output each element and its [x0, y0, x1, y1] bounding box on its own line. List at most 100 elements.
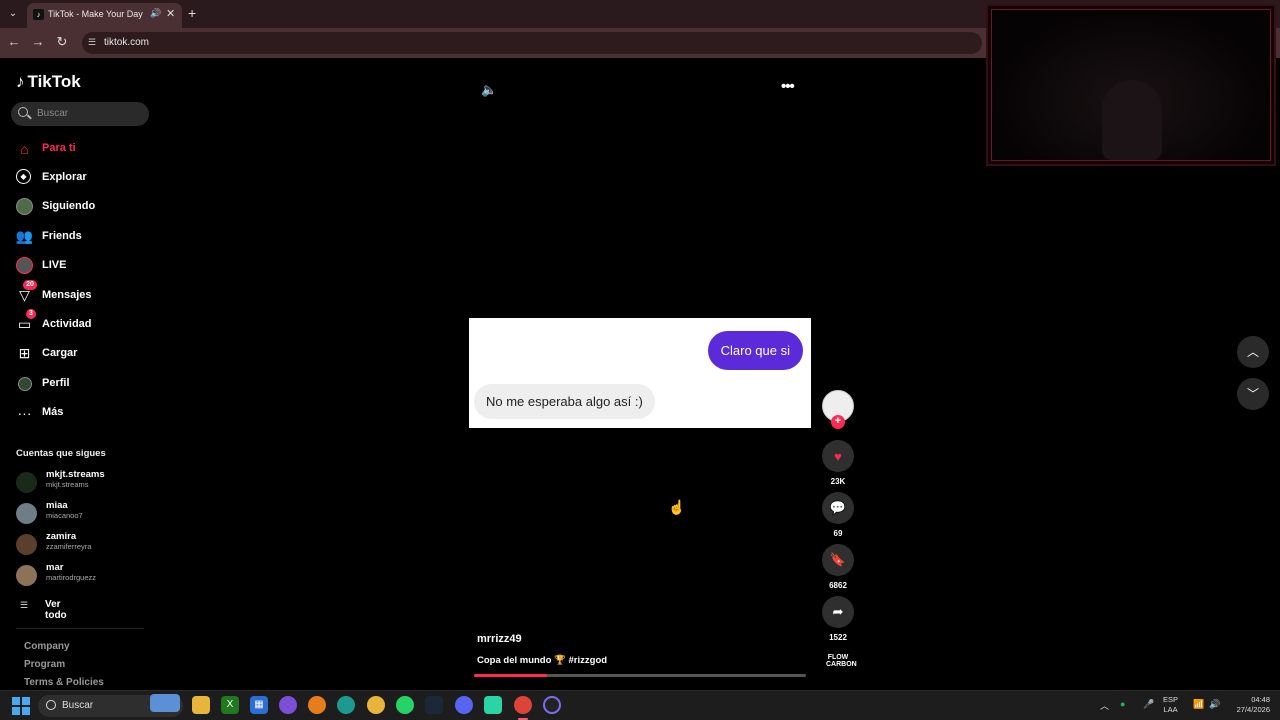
heart-icon: ♥ — [834, 448, 842, 464]
footer-link-terms[interactable]: Terms & Policies — [24, 677, 104, 688]
chrome-icon[interactable] — [367, 696, 385, 714]
search-highlight-icon[interactable] — [150, 694, 180, 712]
avatar — [16, 503, 37, 524]
reload-icon[interactable]: ↻ — [54, 34, 70, 50]
video-progress-bar[interactable] — [474, 674, 806, 677]
avatar — [16, 565, 37, 586]
list-icon: ☰ — [20, 600, 29, 610]
nav-label: Siguiendo — [42, 200, 96, 212]
nav-item-live[interactable]: LIVE — [16, 257, 146, 277]
see-all-label: Ver todo — [45, 599, 67, 621]
edge-icon[interactable] — [337, 696, 355, 714]
bookmark-icon: 🔖 — [829, 552, 847, 567]
nav-item-siguiendo[interactable]: Siguiendo — [16, 198, 146, 218]
browser-tab[interactable]: ♪ TikTok - Make Your Day 🔊 ✕ — [27, 3, 182, 28]
windows-taskbar: Buscar X ▦ ︿ ● 🎤 ESP LAA 📶 🔊 04:48 27/4/… — [0, 690, 1280, 720]
live-icon — [16, 257, 33, 274]
next-video-button[interactable]: ﹀ — [1237, 378, 1269, 410]
store-icon[interactable]: ▦ — [250, 696, 268, 714]
nav-item-explorar[interactable]: ◆ Explorar — [16, 169, 146, 189]
back-icon[interactable]: ← — [6, 34, 22, 49]
footer-link-program[interactable]: Program — [24, 659, 65, 670]
like-button[interactable]: ♥ — [822, 440, 854, 472]
following-account-item[interactable]: mar martirodrguezz — [16, 562, 146, 590]
tiktok-logo[interactable]: ♪ TikTok — [16, 72, 81, 92]
nav-item-perfil[interactable]: Perfil — [16, 375, 146, 395]
video-frame[interactable]: Claro que si No me esperaba algo así :) — [469, 318, 811, 428]
tab-audio-icon[interactable]: 🔊 — [150, 8, 161, 19]
url-field[interactable]: ☰ tiktok.com — [82, 32, 982, 54]
tab-close-icon[interactable]: ✕ — [166, 7, 175, 20]
search-input[interactable]: Buscar — [11, 102, 149, 126]
microphone-icon[interactable]: 🎤 — [1143, 699, 1154, 710]
chevron-down-icon: ﹀ — [1246, 387, 1259, 401]
android-studio-icon[interactable] — [484, 696, 502, 714]
comment-button[interactable]: 💬 — [822, 492, 854, 524]
speaker-icon[interactable]: 🔊 — [1209, 699, 1220, 710]
save-count: 6862 — [829, 581, 847, 590]
footer-link-company[interactable]: Company — [24, 641, 70, 652]
following-account-item[interactable]: mkjt.streams mkjt.streams — [16, 469, 146, 497]
volume-icon[interactable]: 🔈 — [481, 82, 497, 98]
share-button[interactable]: ➦ — [822, 596, 854, 628]
site-info-icon[interactable]: ☰ — [88, 37, 96, 48]
account-name: mkjt.streams — [46, 469, 105, 480]
search-placeholder: Buscar — [37, 108, 69, 119]
nav-item-friends[interactable]: 👥 Friends — [16, 228, 146, 248]
nav-label: Friends — [42, 230, 82, 242]
tray-chevron-icon[interactable]: ︿ — [1100, 699, 1109, 712]
save-button[interactable]: 🔖 — [822, 544, 854, 576]
nav-item-mensajes[interactable]: ▽ 20 Mensajes — [16, 280, 146, 307]
language-line1: ESP — [1163, 695, 1179, 704]
clock-time: 04:48 — [1251, 695, 1270, 704]
spotify-icon[interactable]: ● — [1120, 699, 1125, 709]
webcam-frame — [991, 9, 1271, 161]
like-count: 23K — [830, 477, 846, 486]
video-author[interactable]: mrrizz49 — [477, 633, 522, 645]
search-icon — [46, 700, 56, 710]
comment-icon: 💬 — [829, 500, 847, 515]
windows-start-icon[interactable] — [12, 697, 30, 715]
tiktok-favicon-icon: ♪ — [33, 9, 44, 20]
nav-label: Más — [42, 406, 64, 418]
nav-label: Cargar — [42, 347, 78, 359]
app-icon[interactable] — [279, 696, 297, 714]
steam-icon[interactable] — [425, 696, 443, 714]
hand-cursor-icon: ☝ — [668, 499, 686, 515]
language-indicator[interactable]: ESP LAA — [1163, 695, 1178, 715]
taskbar-clock[interactable]: 04:48 27/4/2026 — [1224, 695, 1270, 715]
chat-bubble-sent: Claro que si — [707, 331, 803, 370]
flow-carbon-logo[interactable]: FLOW CARBON — [826, 654, 857, 668]
wifi-icon[interactable]: 📶 — [1193, 699, 1204, 710]
file-explorer-icon[interactable] — [192, 696, 210, 714]
obs-icon[interactable] — [543, 696, 561, 714]
profile-icon — [16, 375, 33, 392]
following-section-title: Cuentas que sigues — [16, 448, 106, 459]
discord-icon[interactable] — [455, 696, 473, 714]
nav-item-para-ti[interactable]: ⌂ Para ti — [16, 140, 146, 160]
search-icon — [18, 107, 28, 117]
whatsapp-icon[interactable] — [396, 696, 414, 714]
tab-search-icon[interactable]: ⌄ — [4, 6, 22, 22]
messages-badge: 20 — [23, 280, 37, 290]
plus-square-icon: ⊞ — [18, 345, 31, 361]
nav-item-mas[interactable]: ··· Más — [16, 404, 146, 424]
nav-label: Actividad — [42, 318, 92, 330]
chrome-active-icon[interactable] — [514, 696, 532, 714]
xbox-icon[interactable]: X — [221, 696, 239, 714]
blender-icon[interactable] — [308, 696, 326, 714]
forward-icon[interactable]: → — [30, 34, 46, 49]
follow-plus-icon[interactable]: + — [831, 415, 845, 429]
url-text: tiktok.com — [104, 37, 150, 48]
new-tab-button[interactable]: + — [188, 5, 196, 21]
nav-label: Explorar — [42, 171, 87, 183]
video-progress-fill — [474, 674, 548, 677]
nav-item-cargar[interactable]: ⊞ Cargar — [16, 345, 146, 365]
following-account-item[interactable]: miaa miacanoo7 — [16, 500, 146, 528]
nav-item-actividad[interactable]: ▭ 3 Actividad — [16, 309, 146, 336]
previous-video-button[interactable]: ︿ — [1237, 336, 1269, 368]
more-options-icon[interactable]: ••• — [781, 78, 795, 95]
share-count: 1522 — [829, 633, 847, 642]
chevron-up-icon: ︿ — [1246, 345, 1259, 359]
following-account-item[interactable]: zamira zzamiferreyra — [16, 531, 146, 559]
